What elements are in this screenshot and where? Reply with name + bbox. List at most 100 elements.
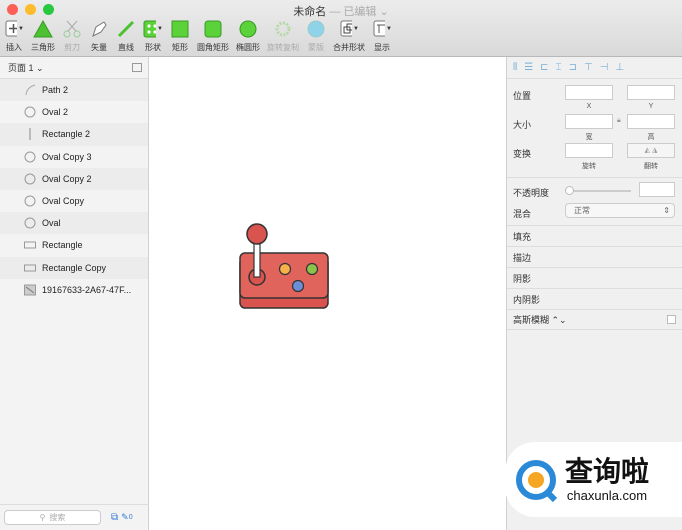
document-name: 未命名 [293,6,327,18]
tool-rotate-copy[interactable]: 旋转复制 [267,20,299,53]
line-icon [116,20,136,38]
pages-icon[interactable]: ⧉ [111,512,118,523]
combine-icon: ▼ [339,20,359,38]
layer-name: Oval [42,218,61,229]
search-placeholder: 搜索 [49,513,66,522]
align-right-icon[interactable]: ⊐ [569,62,577,73]
layer-item[interactable]: Rectangle 2 [0,123,148,146]
tool-label: 矢量 [91,43,107,52]
inner-shadow-label: 内阴影 [513,294,541,305]
orange-button-oval [278,262,292,276]
layers-panel: 页面 1 ⌄ Path 2 Oval 2 Rectangle 2 Oval Copy … [0,57,149,530]
tool-rectangle[interactable]: 矩形 [170,20,190,53]
rotate-copy-icon [273,20,293,38]
x-input[interactable] [565,85,613,100]
alignment-bar: ⫴ ☰ ⊏ ⌶ ⊐ ⊤ ⊣ ⊥ [507,57,682,79]
blend-value: 正常 [574,206,590,215]
oval-icon [24,195,36,207]
blend-select[interactable]: 正常 ⇕ [565,203,675,218]
rect-icon [24,239,36,251]
selected-count: 0 [128,514,133,521]
layer-item[interactable]: Oval [0,212,148,235]
collapse-icon[interactable] [132,63,142,72]
align-middle-icon[interactable]: ⊣ [600,62,609,73]
layer-name: Rectangle 2 [42,129,91,140]
opacity-slider[interactable] [565,186,631,195]
size-label: 大小 [513,120,532,130]
opacity-input[interactable] [639,182,675,197]
tool-shapes[interactable]: ▼ 形状 [143,20,163,53]
tool-label: 圆角矩形 [197,43,229,52]
layer-item[interactable]: Path 2 [0,79,148,102]
shadow-section[interactable]: 阴影 [507,267,682,288]
tool-label: 直线 [118,43,134,52]
edit-icon[interactable]: ✎ [121,512,129,523]
layer-item[interactable]: Oval Copy 3 [0,146,148,168]
rect-icon [24,262,36,274]
blur-label[interactable]: 高斯模糊 ⌃⌄ [513,313,567,326]
tool-label: 形状 [145,43,161,52]
layer-item[interactable]: Oval 2 [0,101,148,123]
layer-item[interactable]: Oval Copy [0,190,148,212]
rounded-rectangle-icon [203,20,223,38]
border-section[interactable]: 描边 [507,246,682,267]
layer-item[interactable]: 19167633-2A67-47F... [0,279,148,301]
tool-line[interactable]: 直线 [116,20,136,53]
distribute-v-icon[interactable]: ☰ [524,62,533,73]
tool-oval[interactable]: 椭圆形 [236,20,260,53]
blur-checkbox[interactable] [667,315,676,324]
tool-label: 合并形状 [333,43,365,52]
layer-search-bar: ⚲ 搜索 ⧉ ✎ 0 [0,504,149,530]
edited-status: — 已编辑 ⌄ [329,6,389,18]
joystick-artwork[interactable] [237,220,332,315]
align-bottom-icon[interactable]: ⊥ [615,62,624,73]
tool-rounded-rectangle[interactable]: 圆角矩形 [197,20,229,53]
blend-label: 混合 [513,209,532,219]
fill-section[interactable]: 填充 [507,225,682,246]
height-input[interactable] [627,114,675,129]
blur-section[interactable]: 高斯模糊 ⌃⌄ [507,309,682,330]
lock-icon[interactable]: 🔒︎ [617,117,621,125]
tool-label: 插入 [6,43,22,52]
layer-name: Oval Copy 3 [42,151,92,162]
x-label: X [586,103,592,110]
rotate-input[interactable] [565,143,613,158]
width-input[interactable] [565,114,613,129]
page-selector[interactable]: 页面 1 ⌄ [0,57,148,79]
tool-scissors[interactable]: 剪刀 [62,20,82,53]
tool-label: 矩形 [172,43,188,52]
tool-label: 剪刀 [64,43,80,52]
canvas[interactable] [149,57,506,530]
green-button-oval [305,262,319,276]
shapes-icon: ▼ [143,20,163,38]
tool-plus[interactable]: ▼ 插入 [4,20,24,53]
tool-label: 显示 [374,43,390,52]
toolbar: 未命名 — 已编辑 ⌄ ▼ 插入 三角形 剪刀 矢量 直线 ▼ 形状 矩形 圆角矩形 椭圆形 旋转复制… [0,0,682,57]
inner-shadow-section[interactable]: 内阴影 [507,288,682,309]
layer-item[interactable]: Oval Copy 2 [0,167,148,190]
tool-label: 三角形 [31,43,55,52]
tool-mask[interactable]: 蒙版 [306,20,326,53]
layer-item[interactable]: Rectangle Copy [0,256,148,279]
layer-search-input[interactable]: ⚲ 搜索 [4,510,101,525]
distribute-h-icon[interactable]: ⫴ [513,62,517,73]
window-title: 未命名 — 已编辑 ⌄ [0,3,682,19]
layer-name: Oval Copy [42,196,85,207]
tool-pen[interactable]: 矢量 [89,20,109,53]
oval-icon [24,217,36,229]
tool-view[interactable]: ▼ 显示 [372,20,392,53]
align-center-h-icon[interactable]: ⌶ [556,62,562,73]
flip-buttons[interactable]: ◭ ◮ [627,143,675,158]
tool-triangle[interactable]: 三角形 [31,20,55,53]
layer-item[interactable]: Rectangle [0,234,148,256]
align-left-icon[interactable]: ⊏ [540,62,548,73]
tool-combine[interactable]: ▼ 合并形状 [333,20,365,53]
align-top-icon[interactable]: ⊤ [584,62,593,73]
rotate-label: 旋转 [582,163,596,170]
scissors-icon [62,20,82,38]
height-label: 高 [647,134,655,141]
opacity-slider-knob[interactable] [565,186,574,195]
y-input[interactable] [627,85,675,100]
fill-label: 填充 [513,231,532,242]
oval-icon [24,151,36,163]
